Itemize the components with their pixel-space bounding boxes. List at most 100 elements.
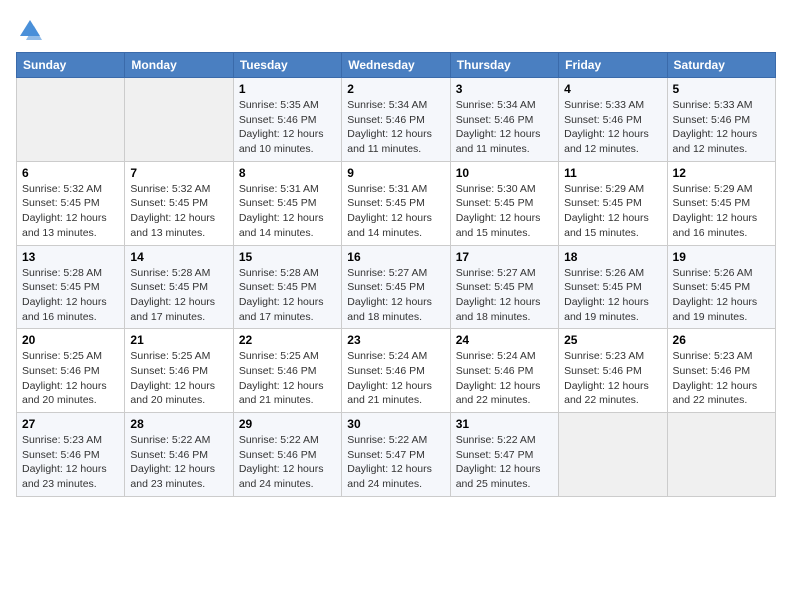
day-info: Sunrise: 5:22 AMSunset: 5:47 PMDaylight:…: [456, 433, 553, 492]
day-number: 26: [673, 333, 770, 347]
calendar-cell: 2 Sunrise: 5:34 AMSunset: 5:46 PMDaylight…: [342, 78, 450, 162]
day-info: Sunrise: 5:22 AMSunset: 5:46 PMDaylight:…: [239, 433, 336, 492]
day-number: 18: [564, 250, 661, 264]
calendar-week-row: 1 Sunrise: 5:35 AMSunset: 5:46 PMDaylight…: [17, 78, 776, 162]
day-info: Sunrise: 5:26 AMSunset: 5:45 PMDaylight:…: [564, 266, 661, 325]
day-number: 27: [22, 417, 119, 431]
calendar-cell: 7Sunrise: 5:32 AMSunset: 5:45 PMDaylight…: [125, 161, 233, 245]
calendar-cell: 3 Sunrise: 5:34 AMSunset: 5:46 PMDaylight…: [450, 78, 558, 162]
calendar-cell: 10Sunrise: 5:30 AMSunset: 5:45 PMDayligh…: [450, 161, 558, 245]
calendar-cell: 9 Sunrise: 5:31 AMSunset: 5:45 PMDaylight…: [342, 161, 450, 245]
day-number: 20: [22, 333, 119, 347]
day-info: Sunrise: 5:27 AMSunset: 5:45 PMDaylight:…: [347, 266, 444, 325]
calendar-cell: [667, 413, 775, 497]
day-info: Sunrise: 5:29 AMSunset: 5:45 PMDaylight:…: [673, 182, 770, 241]
day-info: Sunrise: 5:23 AMSunset: 5:46 PMDaylight:…: [564, 349, 661, 408]
day-number: 5: [673, 82, 770, 96]
calendar-cell: 1 Sunrise: 5:35 AMSunset: 5:46 PMDaylight…: [233, 78, 341, 162]
day-number: 25: [564, 333, 661, 347]
day-number: 16: [347, 250, 444, 264]
calendar-cell: 14 Sunrise: 5:28 AMSunset: 5:45 PMDayligh…: [125, 245, 233, 329]
day-info: Sunrise: 5:22 AMSunset: 5:46 PMDaylight:…: [130, 433, 227, 492]
calendar-cell: [17, 78, 125, 162]
calendar-week-row: 27Sunrise: 5:23 AMSunset: 5:46 PMDayligh…: [17, 413, 776, 497]
day-info: Sunrise: 5:31 AMSunset: 5:45 PMDaylight:…: [347, 182, 444, 241]
day-info: Sunrise: 5:34 AMSunset: 5:46 PMDaylight:…: [347, 98, 444, 157]
column-header-friday: Friday: [559, 53, 667, 78]
day-number: 14: [130, 250, 227, 264]
day-number: 23: [347, 333, 444, 347]
calendar-cell: 15 Sunrise: 5:28 AMSunset: 5:45 PMDayligh…: [233, 245, 341, 329]
day-number: 22: [239, 333, 336, 347]
day-number: 6: [22, 166, 119, 180]
day-number: 28: [130, 417, 227, 431]
day-info: Sunrise: 5:31 AMSunset: 5:45 PMDaylight:…: [239, 182, 336, 241]
calendar-cell: 12 Sunrise: 5:29 AMSunset: 5:45 PMDayligh…: [667, 161, 775, 245]
calendar-cell: 6 Sunrise: 5:32 AMSunset: 5:45 PMDaylight…: [17, 161, 125, 245]
day-info: Sunrise: 5:24 AMSunset: 5:46 PMDaylight:…: [456, 349, 553, 408]
calendar-cell: 16 Sunrise: 5:27 AMSunset: 5:45 PMDayligh…: [342, 245, 450, 329]
day-number: 11: [564, 166, 661, 180]
column-header-saturday: Saturday: [667, 53, 775, 78]
day-number: 2: [347, 82, 444, 96]
calendar-cell: 11Sunrise: 5:29 AMSunset: 5:45 PMDayligh…: [559, 161, 667, 245]
day-number: 31: [456, 417, 553, 431]
column-header-sunday: Sunday: [17, 53, 125, 78]
day-info: Sunrise: 5:34 AMSunset: 5:46 PMDaylight:…: [456, 98, 553, 157]
day-number: 17: [456, 250, 553, 264]
day-number: 13: [22, 250, 119, 264]
day-number: 15: [239, 250, 336, 264]
day-number: 7: [130, 166, 227, 180]
calendar-cell: 19Sunrise: 5:26 AMSunset: 5:45 PMDayligh…: [667, 245, 775, 329]
logo: [16, 16, 48, 44]
calendar-week-row: 20 Sunrise: 5:25 AMSunset: 5:46 PMDayligh…: [17, 329, 776, 413]
day-info: Sunrise: 5:28 AMSunset: 5:45 PMDaylight:…: [22, 266, 119, 325]
column-header-thursday: Thursday: [450, 53, 558, 78]
day-info: Sunrise: 5:28 AMSunset: 5:45 PMDaylight:…: [239, 266, 336, 325]
calendar-cell: [559, 413, 667, 497]
calendar-week-row: 13 Sunrise: 5:28 AMSunset: 5:45 PMDayligh…: [17, 245, 776, 329]
day-info: Sunrise: 5:30 AMSunset: 5:45 PMDaylight:…: [456, 182, 553, 241]
day-info: Sunrise: 5:27 AMSunset: 5:45 PMDaylight:…: [456, 266, 553, 325]
calendar-cell: 26 Sunrise: 5:23 AMSunset: 5:46 PMDayligh…: [667, 329, 775, 413]
calendar-cell: 24 Sunrise: 5:24 AMSunset: 5:46 PMDayligh…: [450, 329, 558, 413]
calendar-cell: 30 Sunrise: 5:22 AMSunset: 5:47 PMDayligh…: [342, 413, 450, 497]
day-info: Sunrise: 5:25 AMSunset: 5:46 PMDaylight:…: [239, 349, 336, 408]
day-info: Sunrise: 5:22 AMSunset: 5:47 PMDaylight:…: [347, 433, 444, 492]
day-info: Sunrise: 5:33 AMSunset: 5:46 PMDaylight:…: [564, 98, 661, 157]
calendar-table: SundayMondayTuesdayWednesdayThursdayFrid…: [16, 52, 776, 497]
calendar-cell: 22 Sunrise: 5:25 AMSunset: 5:46 PMDayligh…: [233, 329, 341, 413]
day-info: Sunrise: 5:32 AMSunset: 5:45 PMDaylight:…: [22, 182, 119, 241]
column-header-monday: Monday: [125, 53, 233, 78]
day-info: Sunrise: 5:35 AMSunset: 5:46 PMDaylight:…: [239, 98, 336, 157]
day-info: Sunrise: 5:25 AMSunset: 5:46 PMDaylight:…: [22, 349, 119, 408]
day-number: 12: [673, 166, 770, 180]
calendar-cell: 13 Sunrise: 5:28 AMSunset: 5:45 PMDayligh…: [17, 245, 125, 329]
day-number: 3: [456, 82, 553, 96]
day-info: Sunrise: 5:28 AMSunset: 5:45 PMDaylight:…: [130, 266, 227, 325]
day-info: Sunrise: 5:23 AMSunset: 5:46 PMDaylight:…: [673, 349, 770, 408]
calendar-cell: 5 Sunrise: 5:33 AMSunset: 5:46 PMDaylight…: [667, 78, 775, 162]
column-header-wednesday: Wednesday: [342, 53, 450, 78]
day-number: 8: [239, 166, 336, 180]
calendar-cell: 23 Sunrise: 5:24 AMSunset: 5:46 PMDayligh…: [342, 329, 450, 413]
day-number: 30: [347, 417, 444, 431]
calendar-header-row: SundayMondayTuesdayWednesdayThursdayFrid…: [17, 53, 776, 78]
calendar-cell: 18 Sunrise: 5:26 AMSunset: 5:45 PMDayligh…: [559, 245, 667, 329]
day-info: Sunrise: 5:25 AMSunset: 5:46 PMDaylight:…: [130, 349, 227, 408]
calendar-cell: 4Sunrise: 5:33 AMSunset: 5:46 PMDaylight…: [559, 78, 667, 162]
day-number: 24: [456, 333, 553, 347]
day-info: Sunrise: 5:26 AMSunset: 5:45 PMDaylight:…: [673, 266, 770, 325]
column-header-tuesday: Tuesday: [233, 53, 341, 78]
logo-icon: [16, 16, 44, 44]
day-info: Sunrise: 5:33 AMSunset: 5:46 PMDaylight:…: [673, 98, 770, 157]
day-info: Sunrise: 5:24 AMSunset: 5:46 PMDaylight:…: [347, 349, 444, 408]
day-number: 9: [347, 166, 444, 180]
calendar-cell: 28 Sunrise: 5:22 AMSunset: 5:46 PMDayligh…: [125, 413, 233, 497]
calendar-cell: 20 Sunrise: 5:25 AMSunset: 5:46 PMDayligh…: [17, 329, 125, 413]
calendar-cell: 8 Sunrise: 5:31 AMSunset: 5:45 PMDaylight…: [233, 161, 341, 245]
day-number: 1: [239, 82, 336, 96]
calendar-cell: [125, 78, 233, 162]
calendar-cell: 31 Sunrise: 5:22 AMSunset: 5:47 PMDayligh…: [450, 413, 558, 497]
day-number: 29: [239, 417, 336, 431]
